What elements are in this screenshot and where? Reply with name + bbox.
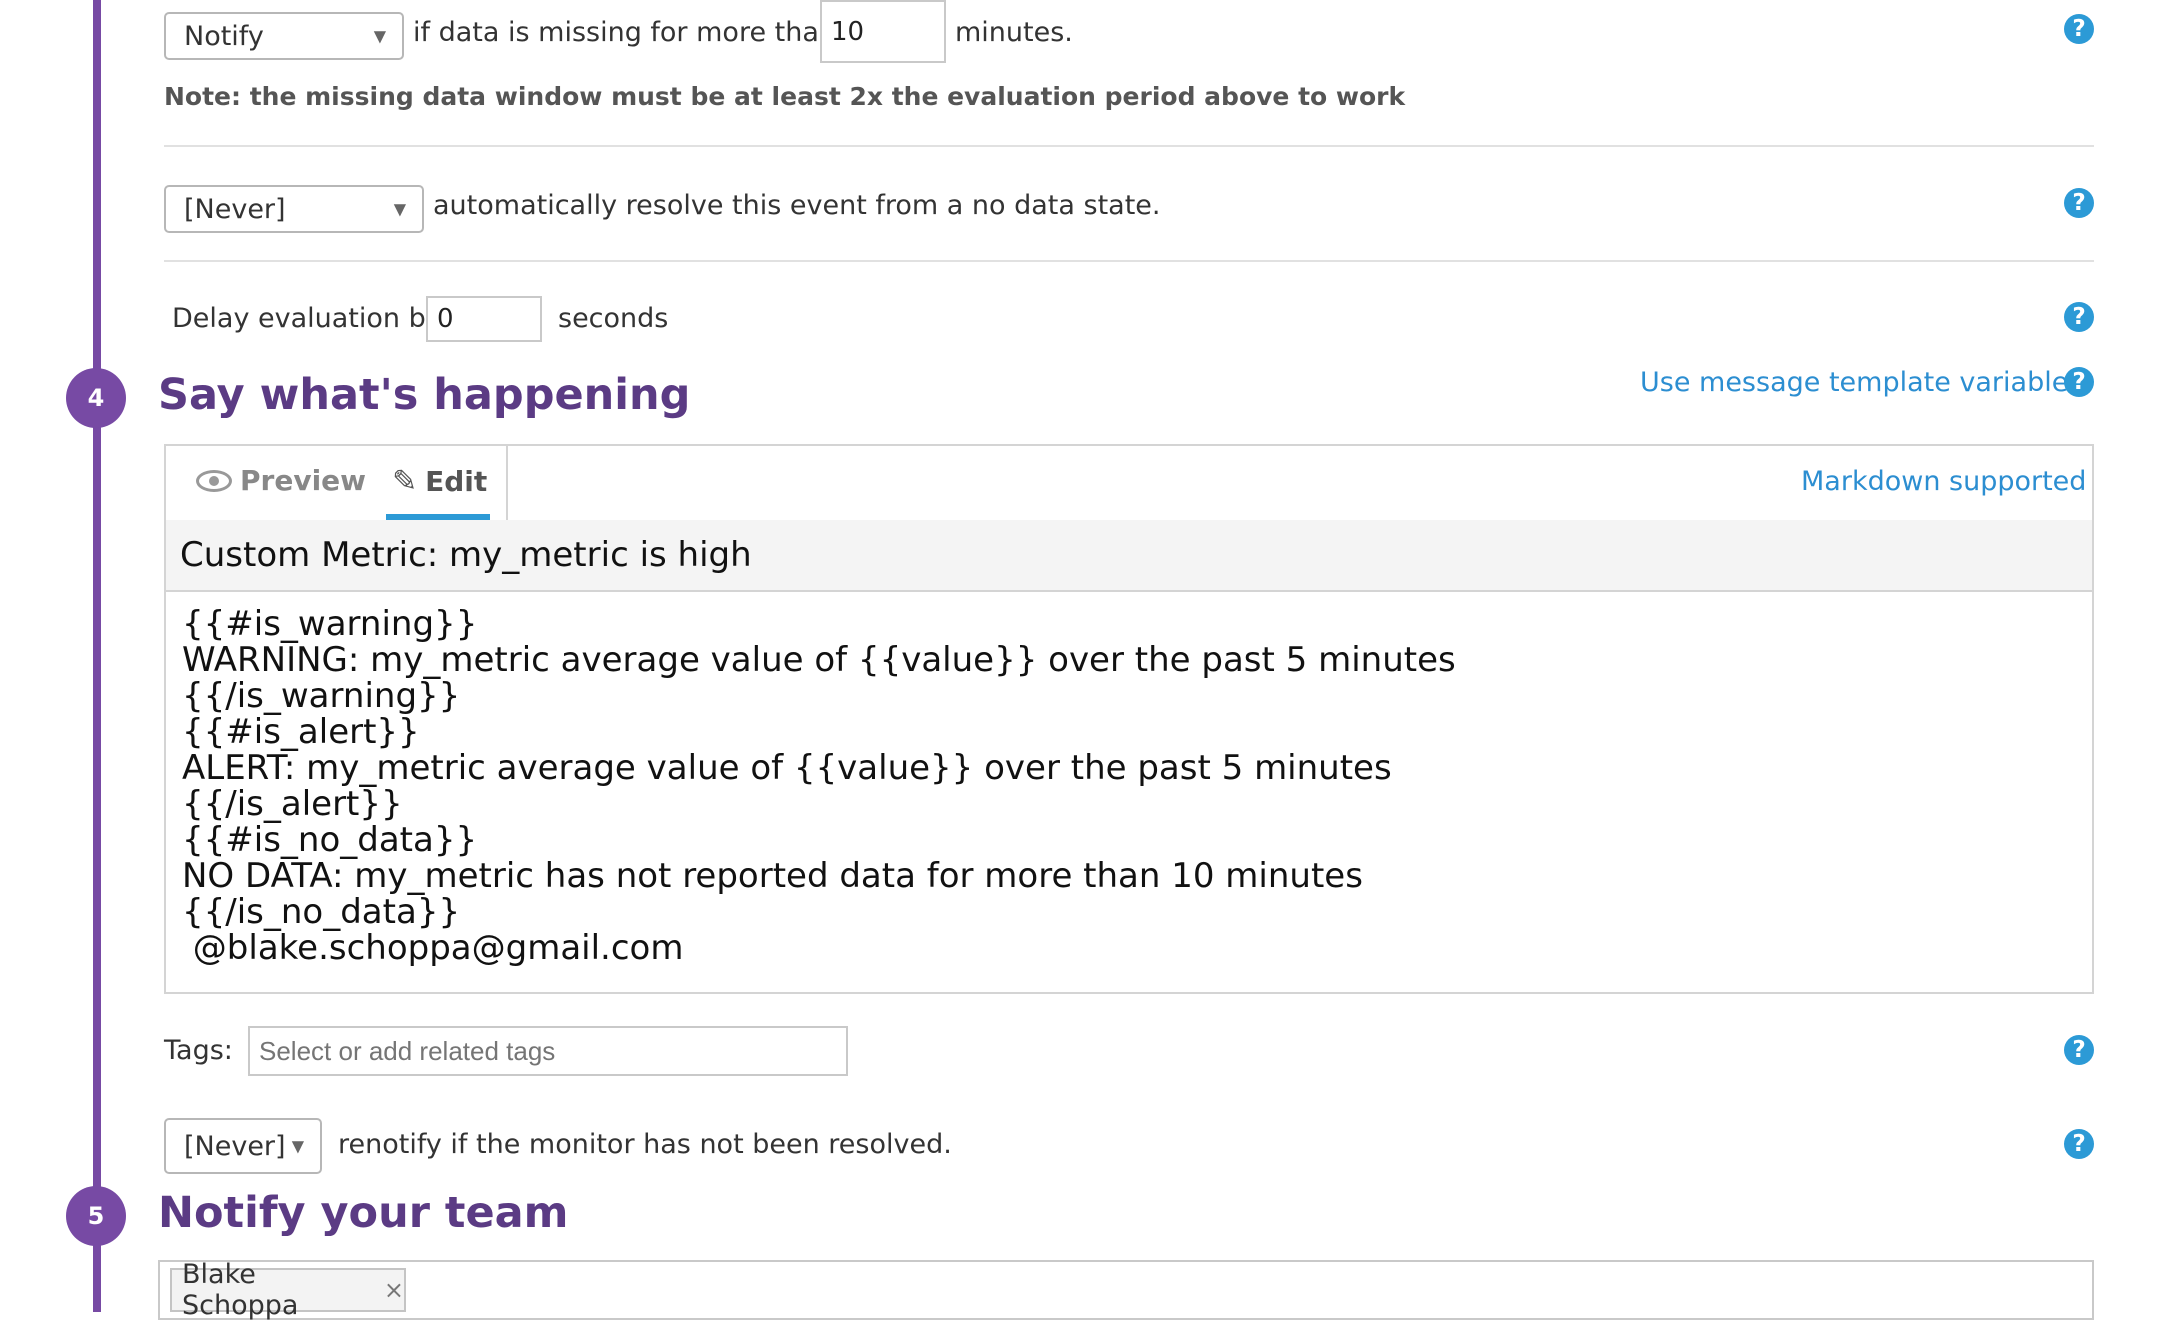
recipients-input[interactable]: Blake Schoppa ×: [158, 1259, 2094, 1321]
message-body-line: WARNING: my_metric average value of {{va…: [182, 640, 1456, 680]
help-icon[interactable]: ?: [2064, 1129, 2094, 1159]
markdown-supported-link[interactable]: Markdown supported: [1801, 466, 2086, 497]
message-body-line: NO DATA: my_metric has not reported data…: [182, 856, 1363, 896]
help-icon[interactable]: ?: [2064, 367, 2094, 397]
renotify-select[interactable]: [Never] ▼: [164, 1118, 322, 1174]
help-icon[interactable]: ?: [2064, 302, 2094, 332]
chevron-down-icon: ▼: [291, 1136, 304, 1156]
recipient-chip: Blake Schoppa ×: [170, 1259, 406, 1321]
step-4-badge: 4: [66, 368, 126, 428]
auto-resolve-text: automatically resolve this event from a …: [433, 190, 1161, 221]
divider: [164, 145, 2094, 147]
help-icon[interactable]: ?: [2064, 1035, 2094, 1065]
missing-data-text-after: minutes.: [955, 17, 1073, 48]
message-body-line: {{#is_warning}}: [182, 604, 478, 644]
tab-preview-label: Preview: [240, 464, 367, 497]
template-variables-link[interactable]: Use message template variables: [1640, 367, 2082, 398]
divider: [164, 260, 2094, 262]
delay-unit: seconds: [558, 303, 669, 334]
chevron-down-icon: ▼: [373, 26, 386, 46]
step-5-badge: 5: [66, 1186, 126, 1246]
step-5-title: Notify your team: [158, 1188, 569, 1238]
message-subject-input[interactable]: Custom Metric: my_metric is high: [166, 520, 2092, 592]
renotify-text: renotify if the monitor has not been res…: [338, 1129, 952, 1160]
tab-edit[interactable]: ✎ Edit: [392, 464, 487, 499]
missing-data-minutes-input[interactable]: 10: [820, 0, 946, 63]
renotify-value: [Never]: [184, 1130, 286, 1162]
missing-data-note: Note: the missing data window must be at…: [164, 82, 1406, 111]
delay-seconds-input[interactable]: 0: [426, 296, 542, 342]
edit-icon: ✎: [392, 464, 418, 499]
message-body-line: {{#is_no_data}}: [182, 820, 478, 860]
message-body-line: {{/is_no_data}}: [182, 892, 461, 932]
auto-resolve-value: [Never]: [184, 193, 286, 225]
step-4-title: Say what's happening: [158, 370, 691, 420]
message-body-textarea[interactable]: {{#is_warning}} WARNING: my_metric avera…: [166, 592, 2092, 992]
editor-tab-bar: Preview ✎ Edit Markdown supported: [166, 446, 2092, 522]
tab-divider: [506, 446, 508, 520]
progress-rail: [93, 0, 101, 1312]
message-body-line: {{#is_alert}}: [182, 712, 420, 752]
missing-data-action-select[interactable]: Notify ▼: [164, 12, 404, 60]
tab-preview[interactable]: Preview: [196, 464, 366, 497]
tab-edit-label: Edit: [425, 465, 488, 498]
message-body-line: ALERT: my_metric average value of {{valu…: [182, 748, 1392, 788]
chevron-down-icon: ▼: [393, 199, 406, 219]
message-body-line: @blake.schoppa@gmail.com: [182, 928, 684, 968]
delay-label: Delay evaluation by: [172, 303, 442, 334]
message-editor: Preview ✎ Edit Markdown supported Custom…: [164, 444, 2094, 994]
tags-input[interactable]: [248, 1026, 848, 1076]
missing-data-action-value: Notify: [184, 20, 264, 52]
help-icon[interactable]: ?: [2064, 188, 2094, 218]
missing-data-text-before: if data is missing for more than: [413, 17, 836, 48]
eye-icon: [196, 469, 232, 492]
remove-icon[interactable]: ×: [384, 1276, 404, 1304]
auto-resolve-select[interactable]: [Never] ▼: [164, 185, 424, 233]
message-body-line: {{/is_alert}}: [182, 784, 403, 824]
message-body-line: {{/is_warning}}: [182, 676, 461, 716]
tags-label: Tags:: [164, 1035, 233, 1066]
help-icon[interactable]: ?: [2064, 14, 2094, 44]
